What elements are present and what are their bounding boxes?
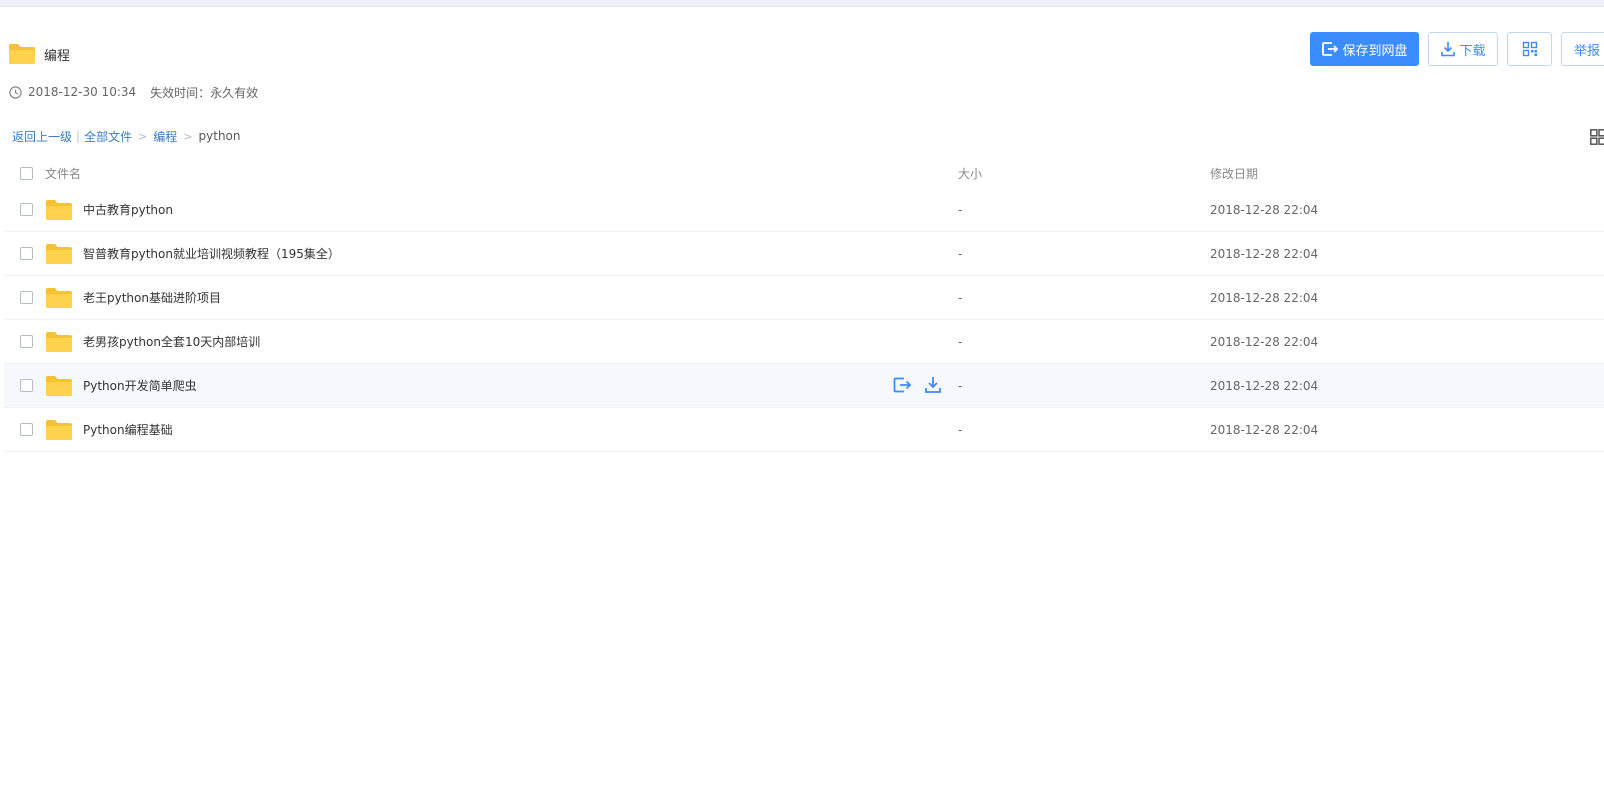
grid-view-icon[interactable]	[1590, 128, 1604, 146]
column-header-name[interactable]: 文件名	[45, 165, 945, 182]
file-date: 2018-12-28 22:04	[1210, 290, 1319, 305]
row-checkbox[interactable]	[20, 335, 33, 348]
row-checkbox[interactable]	[20, 423, 33, 436]
file-size: -	[958, 202, 963, 217]
download-icon	[1441, 42, 1456, 57]
column-header-size[interactable]: 大小	[958, 165, 982, 182]
folder-icon	[9, 44, 35, 64]
breadcrumb-chevron: >	[138, 129, 148, 143]
file-name[interactable]: 智普教育python就业培训视频教程（195集全）	[83, 245, 340, 262]
file-name[interactable]: 老王python基础进阶项目	[83, 289, 221, 306]
file-name[interactable]: 中古教育python	[83, 201, 173, 218]
table-row[interactable]: 智普教育python就业培训视频教程（195集全） - 2018-12-28 2…	[4, 232, 1604, 276]
all-files-link[interactable]: 全部文件	[84, 128, 132, 145]
file-name[interactable]: Python开发简单爬虫	[83, 377, 197, 394]
breadcrumb-chevron: >	[183, 129, 193, 143]
file-name[interactable]: 老男孩python全套10天内部培训	[83, 333, 260, 350]
save-to-netdisk-button[interactable]: 保存到网盘	[1310, 32, 1419, 66]
row-checkbox[interactable]	[20, 203, 33, 216]
download-button[interactable]: 下载	[1428, 32, 1498, 66]
breadcrumb-separator: |	[76, 129, 81, 143]
table-row[interactable]: 老王python基础进阶项目 - 2018-12-28 22:04	[4, 276, 1604, 320]
share-header: 编程	[8, 42, 70, 66]
folder-icon	[46, 287, 72, 308]
share-expire-time: 失效时间：永久有效	[150, 85, 259, 100]
file-table: 文件名 大小 修改日期 中古教育python - 2018-12-28 22:0…	[4, 158, 1604, 452]
file-size: -	[958, 246, 963, 261]
file-name[interactable]: Python编程基础	[83, 421, 173, 438]
folder-icon	[46, 199, 72, 220]
file-size: -	[958, 422, 963, 437]
share-title: 编程	[44, 48, 71, 64]
back-link[interactable]: 返回上一级	[12, 128, 72, 145]
folder-icon	[46, 331, 72, 352]
table-row[interactable]: 老男孩python全套10天内部培训 - 2018-12-28 22:04	[4, 320, 1604, 364]
table-row[interactable]: Python开发简单爬虫 - 2018-12-28 22:04	[4, 364, 1604, 408]
select-all-checkbox[interactable]	[20, 166, 33, 180]
download-label: 下载	[1459, 43, 1486, 59]
folder-icon	[46, 243, 72, 264]
row-save-icon[interactable]	[892, 376, 912, 397]
share-meta: 2018-12-30 10:34 失效时间：永久有效	[9, 84, 258, 100]
row-actions	[892, 376, 954, 396]
qrcode-icon	[1522, 41, 1537, 57]
table-row[interactable]: 中古教育python - 2018-12-28 22:04	[4, 188, 1604, 232]
folder-icon	[46, 419, 72, 440]
table-header: 文件名 大小 修改日期	[4, 158, 1604, 188]
save-icon	[1322, 42, 1339, 56]
top-strip	[0, 0, 1604, 7]
row-checkbox[interactable]	[20, 247, 33, 260]
row-download-icon[interactable]	[924, 376, 942, 397]
file-size: -	[958, 334, 963, 349]
file-date: 2018-12-28 22:04	[1210, 378, 1319, 393]
row-checkbox[interactable]	[20, 291, 33, 304]
folder-icon	[46, 375, 72, 396]
save-to-netdisk-label: 保存到网盘	[1342, 43, 1408, 59]
row-checkbox[interactable]	[20, 379, 33, 392]
breadcrumb-current: python	[198, 129, 241, 143]
column-header-date[interactable]: 修改日期	[1210, 165, 1258, 182]
file-date: 2018-12-28 22:04	[1210, 334, 1319, 349]
file-size: -	[958, 378, 963, 393]
share-created-time: 2018-12-30 10:34	[28, 85, 137, 99]
file-date: 2018-12-28 22:04	[1210, 246, 1319, 261]
breadcrumb: 返回上一级 | 全部文件 > 编程 > python	[12, 128, 241, 144]
breadcrumb-folder-link[interactable]: 编程	[153, 128, 177, 145]
report-label: 举报	[1574, 43, 1601, 59]
qrcode-button[interactable]	[1507, 32, 1552, 66]
clock-icon	[9, 85, 22, 99]
file-date: 2018-12-28 22:04	[1210, 422, 1319, 437]
file-date: 2018-12-28 22:04	[1210, 202, 1319, 217]
file-size: -	[958, 290, 963, 305]
share-actions: 保存到网盘 下载 举报	[1301, 32, 1604, 66]
report-button[interactable]: 举报	[1561, 32, 1604, 66]
table-row[interactable]: Python编程基础 - 2018-12-28 22:04	[4, 408, 1604, 452]
